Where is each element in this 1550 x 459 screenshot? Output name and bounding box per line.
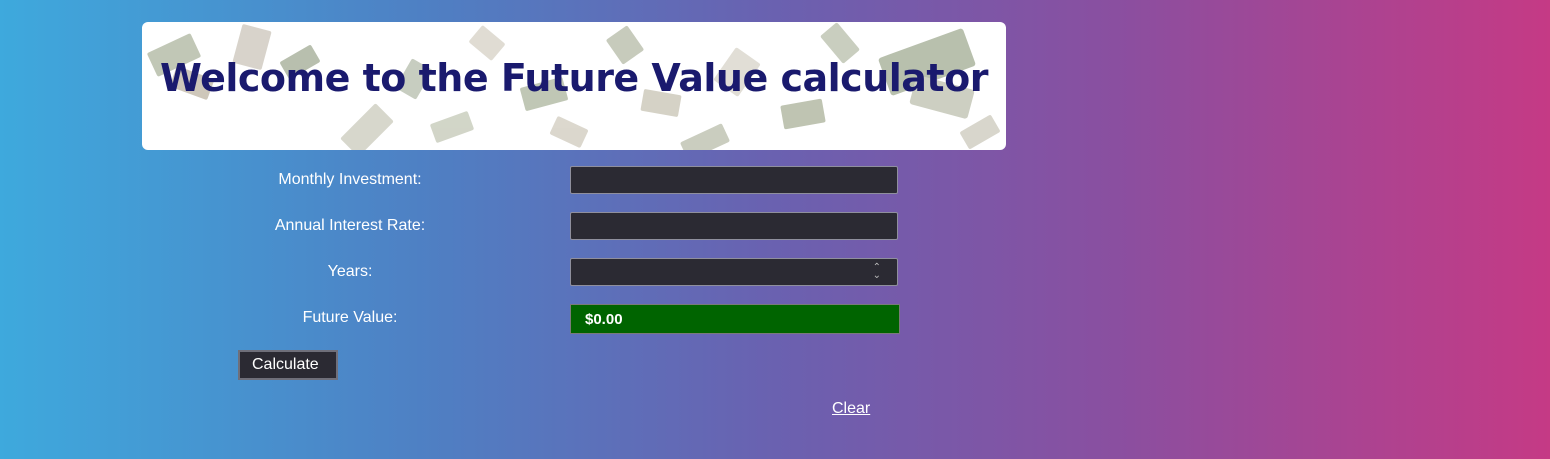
years-input[interactable]: ⌃ ⌄ xyxy=(570,258,898,286)
clear-link[interactable]: Clear xyxy=(832,400,870,418)
annual-interest-rate-label: Annual Interest Rate: xyxy=(274,217,426,234)
monthly-investment-label: Monthly Investment: xyxy=(278,171,422,188)
spinner-icon[interactable]: ⌃ ⌄ xyxy=(873,263,881,281)
header-banner: Welcome to the Future Value calculator xyxy=(142,22,1006,150)
years-label: Years: xyxy=(327,263,373,280)
future-value-output: $0.00 xyxy=(570,304,900,334)
page-title: Welcome to the Future Value calculator xyxy=(160,56,988,100)
monthly-investment-input[interactable] xyxy=(570,166,898,194)
calculate-button[interactable]: Calculate xyxy=(238,350,338,380)
annual-interest-rate-input[interactable] xyxy=(570,212,898,240)
future-value-label: Future Value: xyxy=(302,309,398,326)
